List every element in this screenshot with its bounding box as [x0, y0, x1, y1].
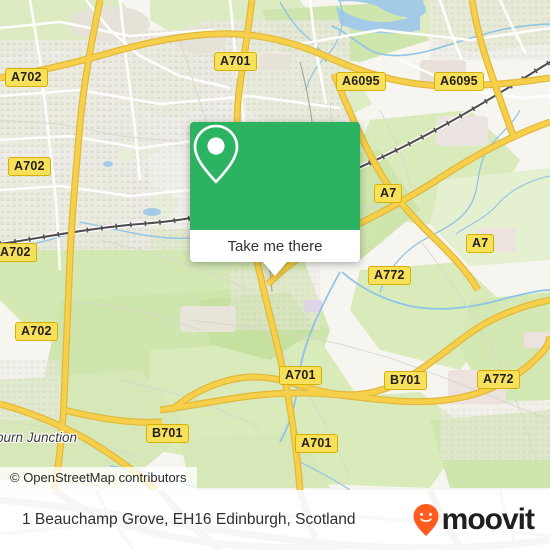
road-shield: B701	[146, 424, 189, 443]
moovit-wordmark: moovit	[441, 503, 535, 536]
moovit-logo[interactable]: moovit	[412, 503, 535, 537]
popup-header	[190, 122, 360, 230]
road-shield: A772	[477, 370, 520, 389]
map-screen: A702 A702 A702 A702 A701 A6095 A6095 A7 …	[0, 0, 550, 550]
take-me-there-label: Take me there	[227, 237, 323, 255]
road-shield: A701	[214, 52, 257, 71]
road-shield: A7	[466, 234, 495, 253]
road-shield: A772	[368, 266, 411, 285]
take-me-there-button[interactable]: Take me there	[190, 230, 360, 262]
road-shield: A7	[374, 184, 403, 203]
road-shield: A702	[8, 157, 51, 176]
road-shield: A701	[295, 434, 338, 453]
road-shield: A6095	[336, 72, 386, 91]
footer-bar: 1 Beauchamp Grove, EH16 Edinburgh, Scotl…	[0, 490, 550, 550]
road-shield: A702	[5, 68, 48, 87]
map-pin-icon	[193, 124, 239, 184]
destination-popup[interactable]: Take me there	[190, 122, 360, 276]
road-shield: A701	[279, 366, 322, 385]
address-label: 1 Beauchamp Grove, EH16 Edinburgh, Scotl…	[22, 511, 356, 528]
map-canvas[interactable]: A702 A702 A702 A702 A701 A6095 A6095 A7 …	[0, 0, 550, 490]
road-shield: A702	[0, 243, 37, 262]
road-shield: A6095	[434, 72, 484, 91]
road-shield: B701	[384, 371, 427, 390]
road-shield: A702	[15, 322, 58, 341]
moovit-smiling-pin-icon	[413, 504, 439, 536]
popup-tail	[263, 262, 287, 276]
map-attribution[interactable]: © OpenStreetMap contributors	[0, 467, 197, 490]
place-label: burn Junction	[0, 430, 78, 445]
